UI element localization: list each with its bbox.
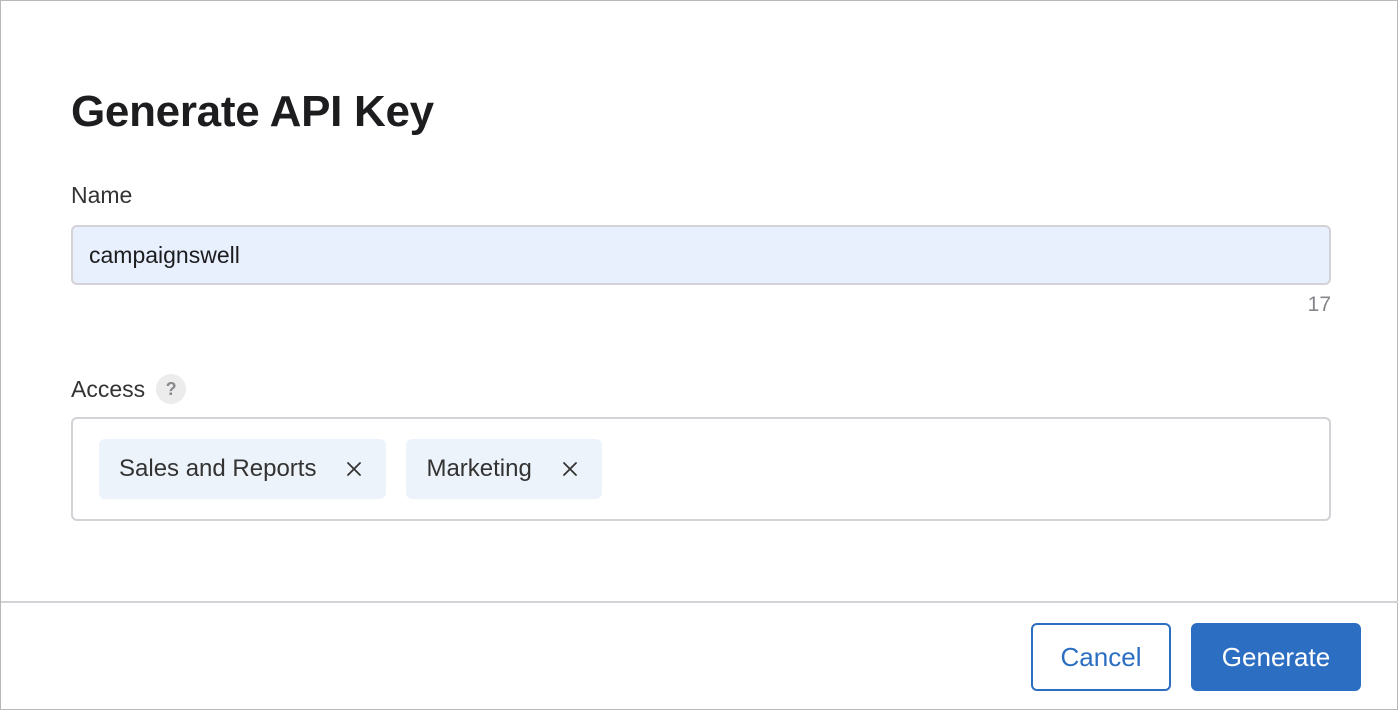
generate-api-key-dialog: Generate API Key Name 17 Access ? Sales … (0, 0, 1398, 710)
access-tag: Sales and Reports (99, 439, 387, 499)
close-icon[interactable] (342, 457, 366, 481)
help-icon[interactable]: ? (156, 374, 187, 404)
generate-button[interactable]: Generate (1191, 623, 1361, 691)
name-label: Name (71, 182, 133, 208)
close-icon[interactable] (558, 457, 582, 481)
access-tags-input[interactable]: Sales and Reports Marketing (71, 417, 1331, 521)
footer-divider (1, 601, 1398, 603)
access-label: Access (71, 375, 146, 402)
name-input[interactable] (71, 225, 1331, 285)
access-tag: Marketing (406, 439, 602, 499)
cancel-button[interactable]: Cancel (1031, 623, 1171, 691)
char-counter: 17 (1307, 293, 1331, 316)
tag-label: Sales and Reports (119, 455, 317, 482)
dialog-title: Generate API Key (71, 87, 434, 136)
access-label-row: Access ? (71, 374, 187, 404)
tag-label: Marketing (426, 455, 532, 482)
